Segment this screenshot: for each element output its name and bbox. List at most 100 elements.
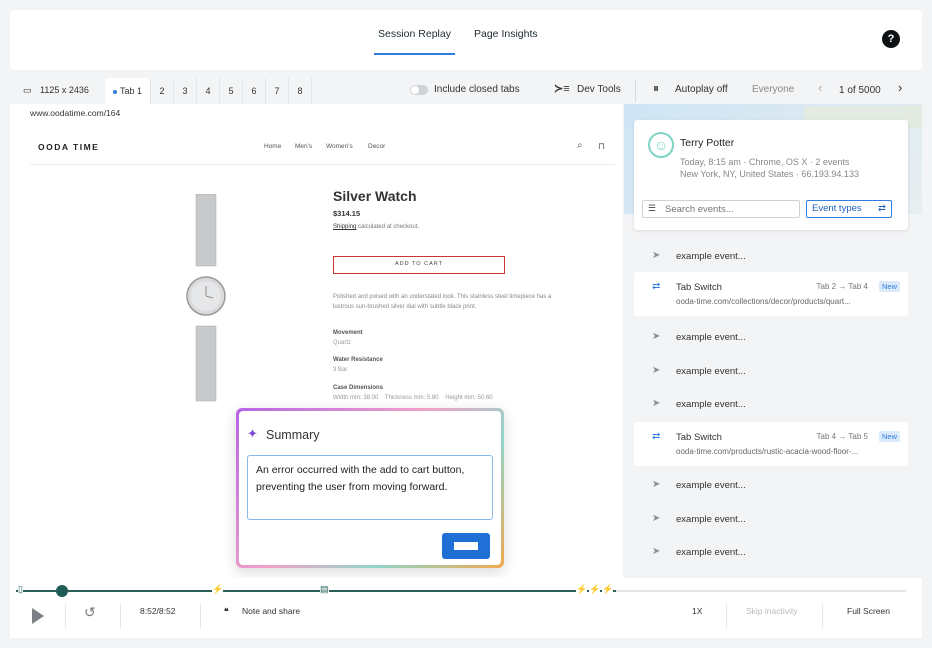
lightning-icon: ⚡	[212, 584, 223, 595]
browser-tab-7[interactable]: 7	[266, 78, 289, 104]
event-url: ooda-time.com/collections/decor/products…	[676, 297, 896, 306]
tab-label: Tab 1	[120, 86, 142, 96]
event-search-input[interactable]	[665, 203, 795, 215]
divider	[65, 604, 66, 628]
play-button[interactable]	[32, 608, 44, 624]
spec-label: Case Dimensions	[333, 385, 383, 391]
event-tabs: Tab 2 → Tab 4	[817, 282, 868, 291]
list-item[interactable]: ➤ example event...	[634, 509, 908, 529]
site-search-icon: ⌕	[577, 140, 583, 151]
browser-tab-2[interactable]: 2	[151, 78, 174, 104]
new-badge: New	[879, 431, 900, 442]
browser-tab-5[interactable]: 5	[220, 78, 243, 104]
navigate-icon: ➤	[652, 250, 660, 261]
site-nav-home: Home	[264, 143, 281, 150]
navigate-icon: ➤	[652, 479, 660, 490]
dev-tools-button[interactable]: Dev Tools	[577, 84, 621, 95]
filter-icon: ⇄	[878, 201, 886, 217]
spec-value: Quartz	[333, 340, 351, 346]
fullscreen-button[interactable]: Full Screen	[847, 606, 890, 616]
sparkle-icon: ✦	[247, 426, 258, 442]
quote-icon: ❝	[224, 606, 229, 617]
browser-tab-3[interactable]: 3	[174, 78, 197, 104]
dev-tools-icon: ≻≡	[554, 82, 570, 95]
page-url: www.oodatime.com/164	[30, 108, 120, 118]
summary-title: Summary	[266, 428, 319, 442]
timeline-remaining[interactable]	[616, 590, 906, 592]
playback-time: 8:52/8:52	[140, 606, 175, 616]
navigate-icon: ➤	[652, 365, 660, 376]
event-types-label: Event types	[812, 203, 862, 214]
product-description: Polished and poised with an understated …	[333, 292, 563, 312]
audience-filter[interactable]: Everyone	[752, 84, 794, 95]
resolution-label: 1125 x 2436	[40, 85, 89, 95]
site-divider	[30, 164, 615, 165]
top-nav: Session Replay Page Insights ?	[10, 10, 922, 70]
smiley-avatar-icon: ☺	[648, 132, 674, 158]
list-item[interactable]: ➤ example event...	[634, 475, 908, 495]
spec-label: Water Resistance	[333, 357, 383, 363]
lightning-icon: ⚡	[589, 584, 600, 595]
user-name: Terry Potter	[680, 137, 734, 149]
timeline-scrubber[interactable]	[56, 585, 68, 597]
summary-action-button[interactable]	[442, 533, 490, 559]
divider	[200, 604, 201, 628]
site-nav-mens: Men's	[295, 143, 312, 150]
search-list-icon: ☰	[648, 203, 656, 214]
tab-page-insights[interactable]: Page Insights	[474, 28, 538, 40]
prev-session-icon[interactable]: ‹	[818, 80, 822, 95]
autoplay-button[interactable]: Autoplay off	[675, 84, 728, 95]
event-search[interactable]: ☰	[642, 200, 800, 218]
event-label: example event...	[676, 480, 746, 491]
divider	[120, 604, 121, 628]
next-session-icon[interactable]: ›	[898, 80, 902, 95]
app-frame: Session Replay Page Insights ? ▭ 1125 x …	[0, 0, 932, 648]
event-panel: ☺ Terry Potter Today, 8:15 am · Chrome, …	[624, 104, 922, 578]
session-location: New York, NY, United States · 66.193.94.…	[680, 169, 859, 179]
list-item[interactable]: ⇄ Tab Switch Tab 2 → Tab 4 New ooda-time…	[634, 272, 908, 316]
event-types-button[interactable]: Event types ⇄	[806, 200, 892, 218]
lightning-icon: ⚡	[602, 584, 613, 595]
tab-session-replay[interactable]: Session Replay	[378, 28, 451, 40]
summary-card: ✦ Summary An error occurred with the add…	[239, 411, 501, 565]
site-nav-decor: Decor	[368, 143, 385, 150]
list-item[interactable]: ➤ example event...	[634, 394, 908, 414]
shipping-text: calculated at checkout.	[356, 224, 419, 230]
pause-icon: ⏸	[653, 81, 659, 96]
add-to-cart-button: ADD TO CART	[333, 256, 505, 274]
list-item[interactable]: ➤ example event...	[634, 542, 908, 562]
note-share-button[interactable]: Note and share	[242, 606, 300, 616]
list-item[interactable]: ➤ example event...	[634, 361, 908, 381]
event-label: example event...	[676, 514, 746, 525]
site-cart-icon: ⊓	[598, 141, 605, 152]
list-item[interactable]: ⇄ Tab Switch Tab 4 → Tab 5 New ooda-time…	[634, 422, 908, 466]
timeline-progress[interactable]	[16, 590, 616, 592]
event-tabs: Tab 4 → Tab 5	[817, 432, 868, 441]
browser-tab-1[interactable]: Tab 1	[105, 78, 151, 104]
divider	[822, 604, 823, 628]
browser-tab-8[interactable]: 8	[289, 78, 312, 104]
event-label: Tab Switch	[676, 432, 722, 443]
new-badge: New	[879, 281, 900, 292]
browser-tab-6[interactable]: 6	[243, 78, 266, 104]
navigate-icon: ➤	[652, 331, 660, 342]
player-controls: ▯ ⚡ ▤ ⚡ ⚡ ⚡ ↺ 8:52/8:52 ❝ Note and share…	[10, 578, 922, 638]
product-title: Silver Watch	[333, 188, 417, 204]
divider	[726, 604, 727, 628]
skip-inactivity-button[interactable]: Skip inactivity	[746, 606, 798, 616]
include-closed-toggle[interactable]	[410, 85, 428, 95]
summary-text[interactable]: An error occurred with the add to cart b…	[247, 455, 493, 520]
rewind-icon[interactable]: ↺	[84, 604, 96, 621]
list-item[interactable]: ➤ example event...	[634, 246, 908, 266]
divider	[635, 80, 636, 102]
list-item[interactable]: ➤ example event...	[634, 327, 908, 347]
shipping-note: Shipping calculated at checkout.	[333, 224, 419, 230]
help-icon[interactable]: ?	[882, 30, 900, 48]
speed-button[interactable]: 1X	[692, 606, 702, 616]
event-label: example event...	[676, 547, 746, 558]
navigate-icon: ➤	[652, 546, 660, 557]
active-dot-icon	[113, 90, 117, 94]
browser-tab-4[interactable]: 4	[197, 78, 220, 104]
include-closed-label: Include closed tabs	[434, 84, 520, 95]
session-meta: Today, 8:15 am · Chrome, OS X · 2 events	[680, 157, 849, 167]
